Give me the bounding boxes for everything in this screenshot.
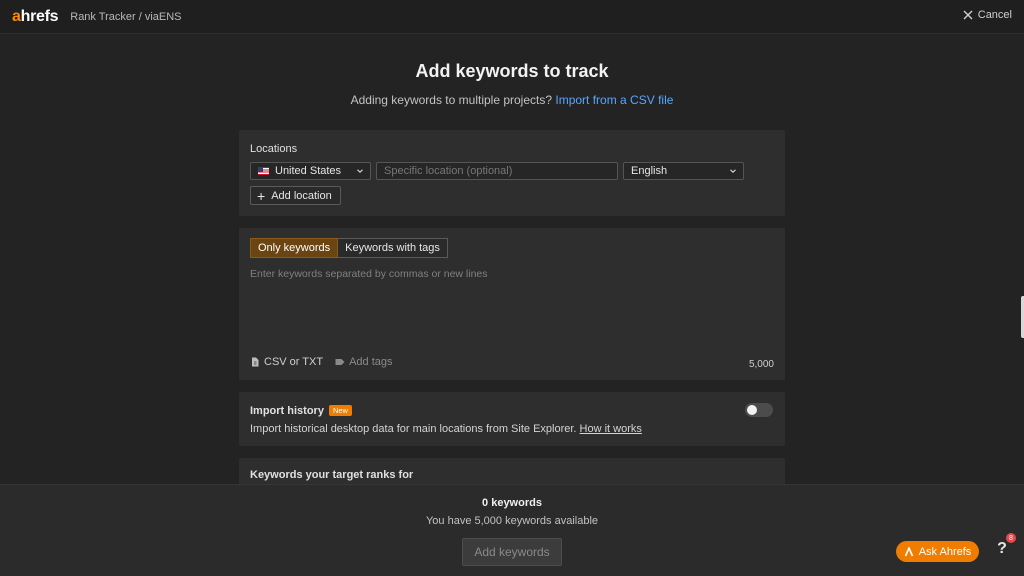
page-subtitle: Adding keywords to multiple projects? Im… (0, 93, 1024, 107)
top-bar: ahrefs Rank Tracker / viaENS Cancel (0, 0, 1024, 34)
add-location-button[interactable]: + Add location (250, 186, 341, 205)
country-select[interactable]: United States (250, 162, 371, 180)
language-select[interactable]: English (623, 162, 744, 180)
upload-csv-button[interactable]: CSV or TXT (250, 356, 323, 368)
plus-icon: + (257, 187, 266, 204)
us-flag-icon (258, 167, 269, 175)
import-history-title-text: Import history (250, 405, 324, 417)
import-history-title: Import history New (250, 405, 352, 417)
add-tags-label: Add tags (349, 356, 393, 368)
keyword-limit-count: 5,000 (748, 359, 774, 370)
ask-ahrefs-label: Ask Ahrefs (918, 545, 972, 558)
tab-keywords-with-tags[interactable]: Keywords with tags (338, 238, 448, 258)
keyword-mode-tabs: Only keywords Keywords with tags (250, 238, 448, 258)
new-badge: New (328, 405, 352, 416)
locations-label: Locations (250, 143, 298, 155)
tab-only-keywords[interactable]: Only keywords (250, 238, 339, 258)
chevron-down-icon (357, 169, 363, 174)
language-value: English (631, 165, 668, 177)
page-title: Add keywords to track (415, 61, 609, 81)
how-it-works-link[interactable]: How it works (580, 423, 642, 435)
ahrefs-logo[interactable]: ahrefs (12, 8, 59, 26)
target-ranks-title: Keywords your target ranks for (250, 469, 414, 481)
ask-ahrefs-button[interactable]: Ask Ahrefs (896, 541, 979, 562)
close-icon (963, 10, 973, 20)
csv-label: CSV or TXT (264, 356, 324, 368)
specific-location-input[interactable] (376, 162, 618, 180)
cancel-label: Cancel (977, 9, 1012, 21)
cancel-button[interactable]: Cancel (963, 9, 1012, 21)
add-tags-button[interactable]: Add tags (335, 356, 393, 368)
add-location-label: Add location (271, 189, 332, 202)
import-history-description: Import historical desktop data for main … (250, 423, 642, 435)
import-history-card: Import history New Import historical desk… (239, 392, 785, 446)
country-value: United States (275, 165, 342, 177)
keywords-textarea[interactable] (250, 268, 774, 348)
file-icon (252, 357, 259, 367)
tag-icon (335, 359, 345, 365)
keywords-card: Only keywords Keywords with tags CSV or … (239, 228, 785, 380)
chevron-down-icon (730, 169, 736, 174)
help-notification-badge: 8 (1006, 533, 1016, 543)
locations-card: Locations United States English + Add lo… (239, 130, 785, 216)
bottom-bar: 0 keywords You have 5,000 keywords avail… (0, 484, 1024, 576)
import-csv-link[interactable]: Import from a CSV file (555, 93, 673, 107)
import-history-toggle[interactable] (745, 403, 773, 417)
add-keywords-button[interactable]: Add keywords (462, 538, 562, 566)
selected-keyword-count: 0 keywords (482, 497, 542, 509)
keywords-footer: CSV or TXT Add tags (250, 356, 393, 368)
subtitle-text: Adding keywords to multiple projects? (350, 93, 553, 107)
import-history-description-text: Import historical desktop data for main … (250, 423, 577, 435)
keywords-available: You have 5,000 keywords available (425, 515, 599, 527)
ahrefs-assistant-icon (904, 546, 913, 556)
help-button[interactable]: ? (993, 540, 1011, 562)
breadcrumb[interactable]: Rank Tracker / viaENS (70, 11, 181, 23)
